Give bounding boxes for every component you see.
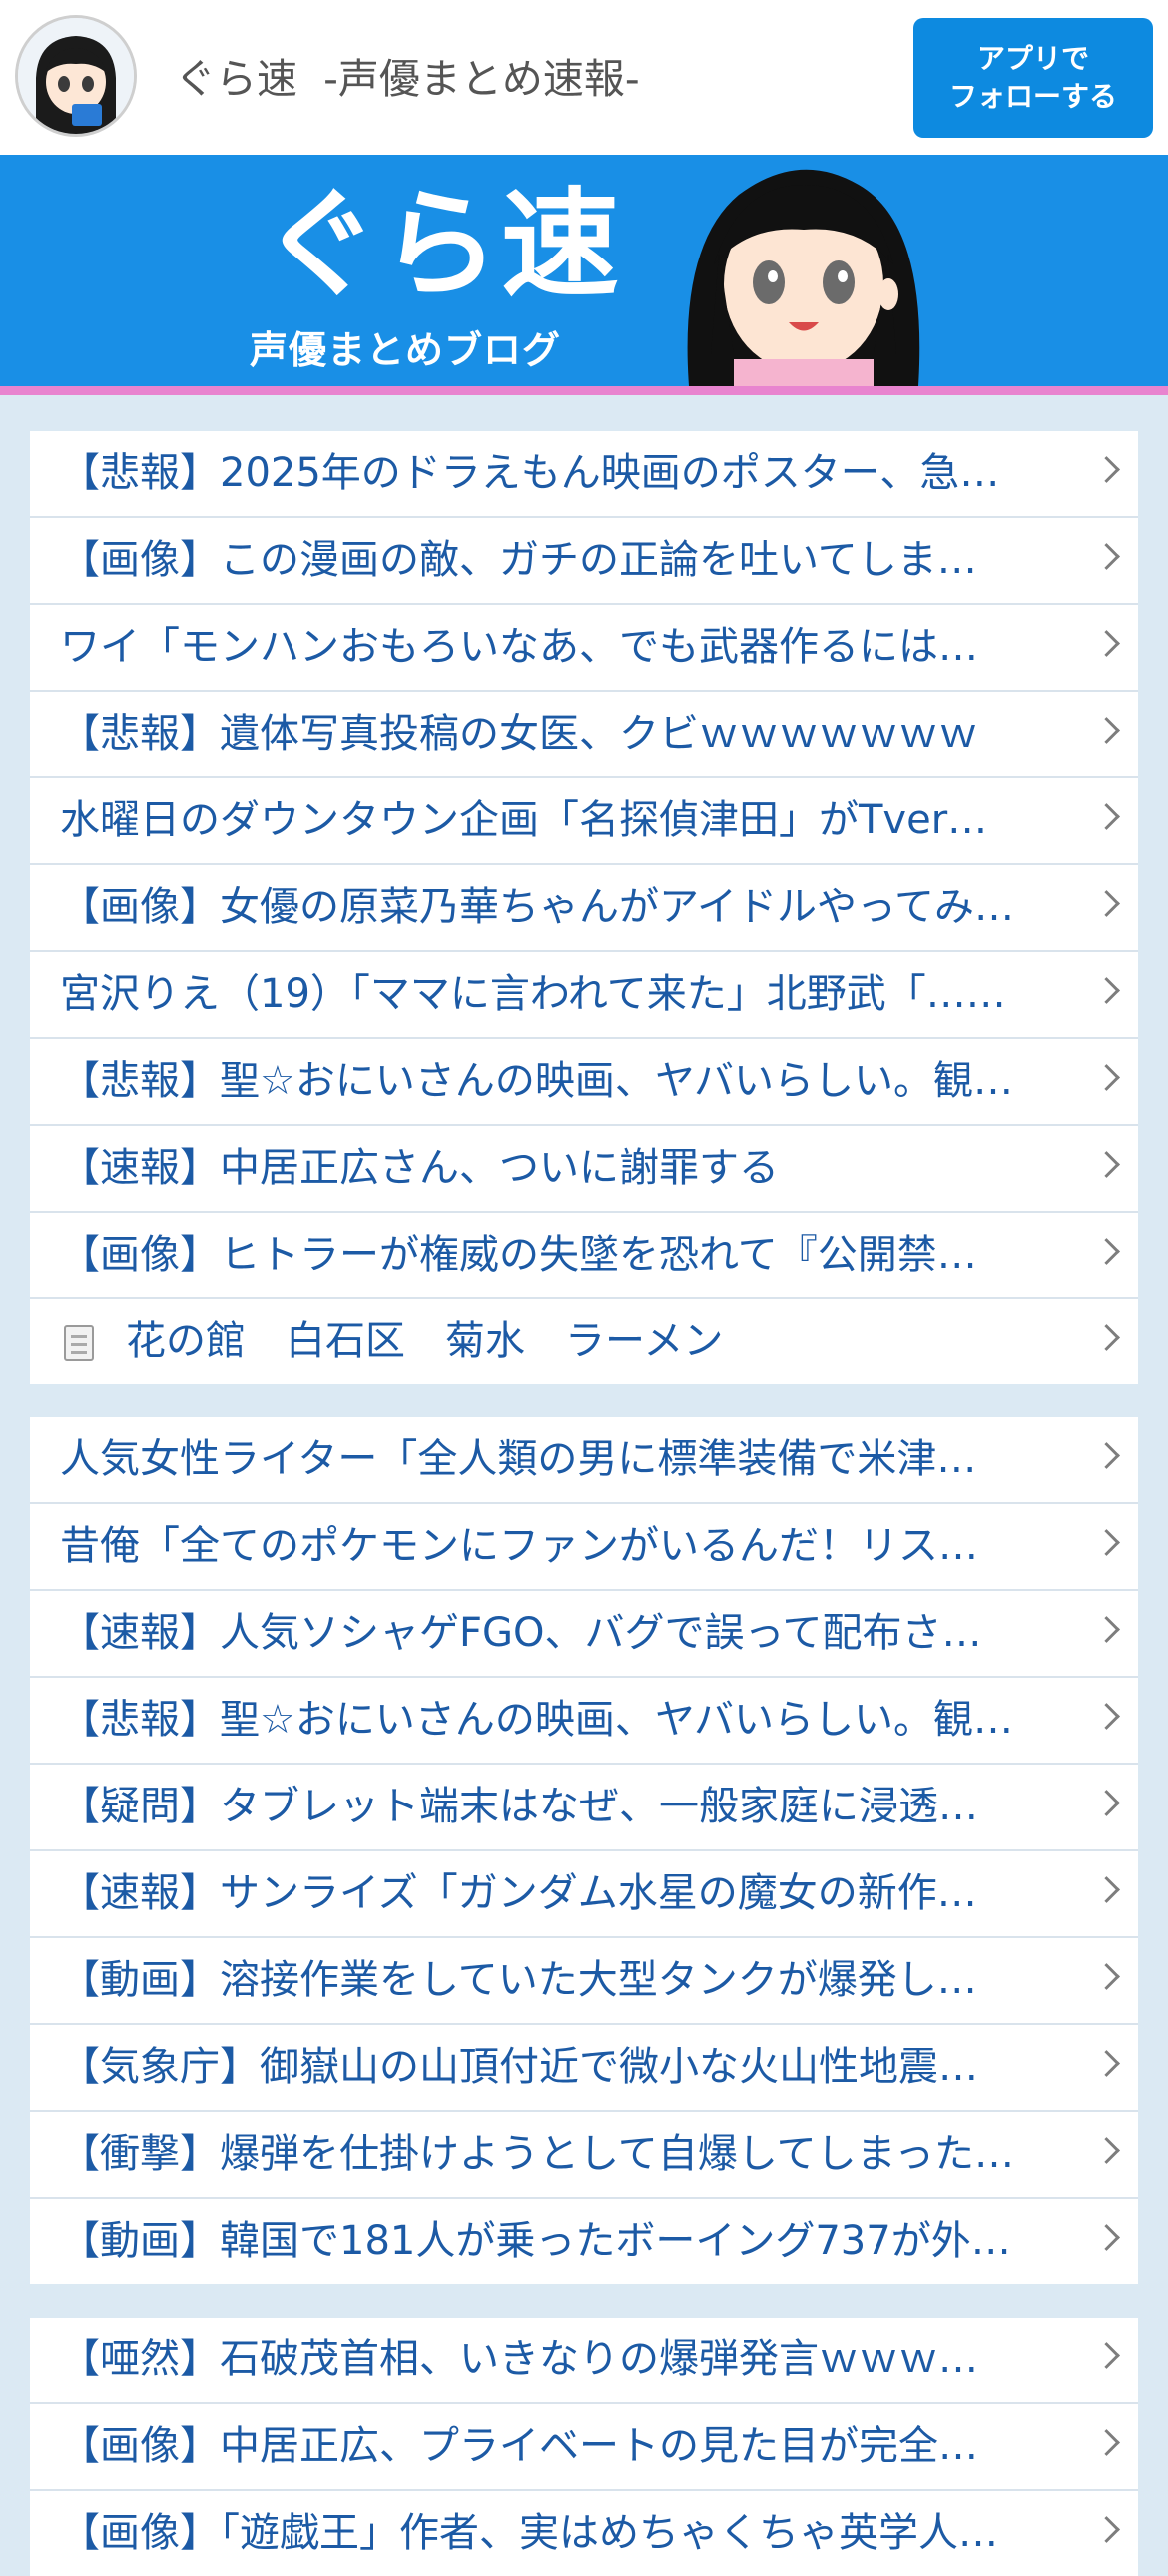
article-title: 【画像】ヒトラーが権威の失墜を恐れて『公開禁… [60, 1232, 977, 1278]
banner-logo: ぐら速 [262, 176, 622, 313]
article-list-group-1: 【悲報】2025年のドラえもん映画のポスター、急… 【画像】この漫画の敵、ガチの… [30, 431, 1138, 1384]
list-item[interactable]: 【悲報】2025年のドラえもん映画のポスター、急… [30, 431, 1138, 518]
chevron-right-icon [1093, 1703, 1120, 1730]
chevron-right-icon [1093, 890, 1120, 917]
list-item[interactable]: 【画像】「遊戯王」作者、実はめちゃくちゃ英学人… [30, 2491, 1138, 2576]
chevron-right-icon [1093, 2224, 1120, 2251]
chevron-right-icon [1093, 630, 1120, 657]
list-item[interactable]: 【速報】人気ソシャゲFGO、バグで誤って配布さ… [30, 1591, 1138, 1678]
chevron-right-icon [1093, 1616, 1120, 1643]
chevron-right-icon [1093, 456, 1120, 483]
chevron-right-icon [1093, 1790, 1120, 1816]
chevron-right-icon [1093, 1238, 1120, 1265]
article-title: 【唖然】石破茂首相、いきなりの爆弾発言ｗｗｗ… [60, 2336, 978, 2382]
article-title: 【悲報】遺体写真投稿の女医、クビｗｗｗｗｗｗｗ [60, 711, 978, 757]
list-item[interactable]: 昔俺「全てのポケモンにファンがいるんだ！リス… [30, 1504, 1138, 1591]
article-title: 【衝撃】爆弾を仕掛けようとして自爆してしまった… [60, 2131, 1014, 2177]
list-item[interactable]: 【画像】女優の原菜乃華ちゃんがアイドルやってみ… [30, 865, 1138, 952]
article-title: 【画像】この漫画の敵、ガチの正論を吐いてしま… [60, 537, 977, 583]
article-title: 【画像】「遊戯王」作者、実はめちゃくちゃ英学人… [60, 2510, 998, 2556]
follow-button-line2: フォローする [948, 80, 1117, 113]
article-list-group-2: 人気女性ライター「全人類の男に標準装備で米津… 昔俺「全てのポケモンにファンがい… [30, 1417, 1138, 2284]
article-title: 【速報】人気ソシャゲFGO、バグで誤って配布さ… [60, 1610, 982, 1656]
list-item[interactable]: 【動画】韓国で181人が乗ったボーイング737が外… [30, 2199, 1138, 2284]
chevron-right-icon [1093, 717, 1120, 744]
article-title: 【疑問】タブレット端末はなぜ、一般家庭に浸透… [60, 1784, 978, 1829]
list-item[interactable]: 【画像】ヒトラーが権威の失墜を恐れて『公開禁… [30, 1213, 1138, 1299]
chevron-right-icon [1093, 2137, 1120, 2164]
chevron-right-icon [1093, 2050, 1120, 2077]
follow-button-line1: アプリで [976, 42, 1089, 75]
article-title: 【悲報】聖☆おにいさんの映画、ヤバいらしい。観… [60, 1697, 1014, 1743]
list-item[interactable]: 【速報】中居正広さん、ついに謝罪する [30, 1126, 1138, 1213]
list-item[interactable]: 【悲報】聖☆おにいさんの映画、ヤバいらしい。観… [30, 1039, 1138, 1126]
chevron-right-icon [1093, 2342, 1120, 2369]
chevron-right-icon [1093, 2516, 1120, 2543]
banner-divider [0, 386, 1168, 395]
list-item[interactable]: 【気象庁】御嶽山の山頂付近で微小な火山性地震… [30, 2025, 1138, 2112]
chevron-right-icon [1093, 1064, 1120, 1091]
article-title: 【悲報】2025年のドラえもん映画のポスター、急… [60, 450, 1000, 496]
list-item[interactable]: 水曜日のダウンタウン企画「名探偵津田」がTver… [30, 778, 1138, 865]
chevron-right-icon [1093, 1151, 1120, 1178]
article-title: 【画像】女優の原菜乃華ちゃんがアイドルやってみ… [60, 884, 1014, 930]
article-title: 花の館 白石区 菊水 ラーメン [126, 1318, 724, 1364]
article-title: 水曜日のダウンタウン企画「名探偵津田」がTver… [60, 797, 988, 843]
article-title: ワイ「モンハンおもろいなあ、でも武器作るには… [60, 624, 978, 670]
chevron-right-icon [1093, 803, 1120, 830]
follow-in-app-button[interactable]: アプリで フォローする [913, 18, 1153, 138]
document-icon [64, 1325, 94, 1361]
article-title: 【動画】韓国で181人が乗ったボーイング737が外… [60, 2218, 1011, 2264]
article-title: 【速報】中居正広さん、ついに謝罪する [60, 1145, 779, 1191]
chevron-right-icon [1093, 977, 1120, 1004]
list-item[interactable]: 【衝撃】爆弾を仕掛けようとして自爆してしまった… [30, 2112, 1138, 2199]
article-title: 昔俺「全てのポケモンにファンがいるんだ！リス… [60, 1523, 978, 1569]
list-item[interactable]: 【唖然】石破茂首相、いきなりの爆弾発言ｗｗｗ… [30, 2318, 1138, 2404]
list-item[interactable]: 宮沢りえ（19）「ママに言われて来た」北野武「…… [30, 952, 1138, 1039]
list-item[interactable]: 【画像】中居正広、プライベートの見た目が完全… [30, 2404, 1138, 2491]
list-item[interactable]: 【速報】サンライズ「ガンダム水星の魔女の新作… [30, 1851, 1138, 1938]
list-item-ad[interactable]: 花の館 白石区 菊水 ラーメン [30, 1299, 1138, 1384]
chevron-right-icon [1093, 1963, 1120, 1990]
article-list-group-3: 【唖然】石破茂首相、いきなりの爆弾発言ｗｗｗ… 【画像】中居正広、プライベートの… [30, 2318, 1138, 2576]
avatar-character-icon [18, 18, 134, 134]
article-title: 【気象庁】御嶽山の山頂付近で微小な火山性地震… [60, 2044, 978, 2090]
site-title[interactable]: ぐら速 -声優まとめ速報- [175, 45, 640, 105]
list-item[interactable]: 【悲報】聖☆おにいさんの映画、ヤバいらしい。観… [30, 1678, 1138, 1765]
list-item[interactable]: 【悲報】遺体写真投稿の女医、クビｗｗｗｗｗｗｗ [30, 692, 1138, 778]
list-item[interactable]: 【動画】溶接作業をしていた大型タンクが爆発し… [30, 1938, 1138, 2025]
article-title: 【悲報】聖☆おにいさんの映画、ヤバいらしい。観… [60, 1058, 1014, 1104]
chevron-right-icon [1093, 543, 1120, 570]
article-title: 宮沢りえ（19）「ママに言われて来た」北野武「…… [60, 971, 1006, 1017]
chevron-right-icon [1093, 1324, 1120, 1351]
list-item[interactable]: ワイ「モンハンおもろいなあ、でも武器作るには… [30, 605, 1138, 692]
chevron-right-icon [1093, 1529, 1120, 1556]
chevron-right-icon [1093, 1442, 1120, 1469]
banner-subtitle: 声優まとめブログ [250, 328, 562, 372]
list-item[interactable]: 人気女性ライター「全人類の男に標準装備で米津… [30, 1417, 1138, 1504]
article-title: 【動画】溶接作業をしていた大型タンクが爆発し… [60, 1957, 977, 2003]
chevron-right-icon [1093, 2429, 1120, 2456]
article-title: 【画像】中居正広、プライベートの見た目が完全… [60, 2423, 978, 2469]
article-title: 【速報】サンライズ「ガンダム水星の魔女の新作… [60, 1870, 977, 1916]
list-item[interactable]: 【疑問】タブレット端末はなぜ、一般家庭に浸透… [30, 1765, 1138, 1851]
chevron-right-icon [1093, 1876, 1120, 1903]
site-avatar[interactable] [15, 15, 137, 137]
top-bar: ぐら速 -声優まとめ速報- アプリで フォローする [0, 0, 1168, 155]
article-title: 人気女性ライター「全人類の男に標準装備で米津… [60, 1436, 977, 1482]
list-item[interactable]: 【画像】この漫画の敵、ガチの正論を吐いてしま… [30, 518, 1138, 605]
